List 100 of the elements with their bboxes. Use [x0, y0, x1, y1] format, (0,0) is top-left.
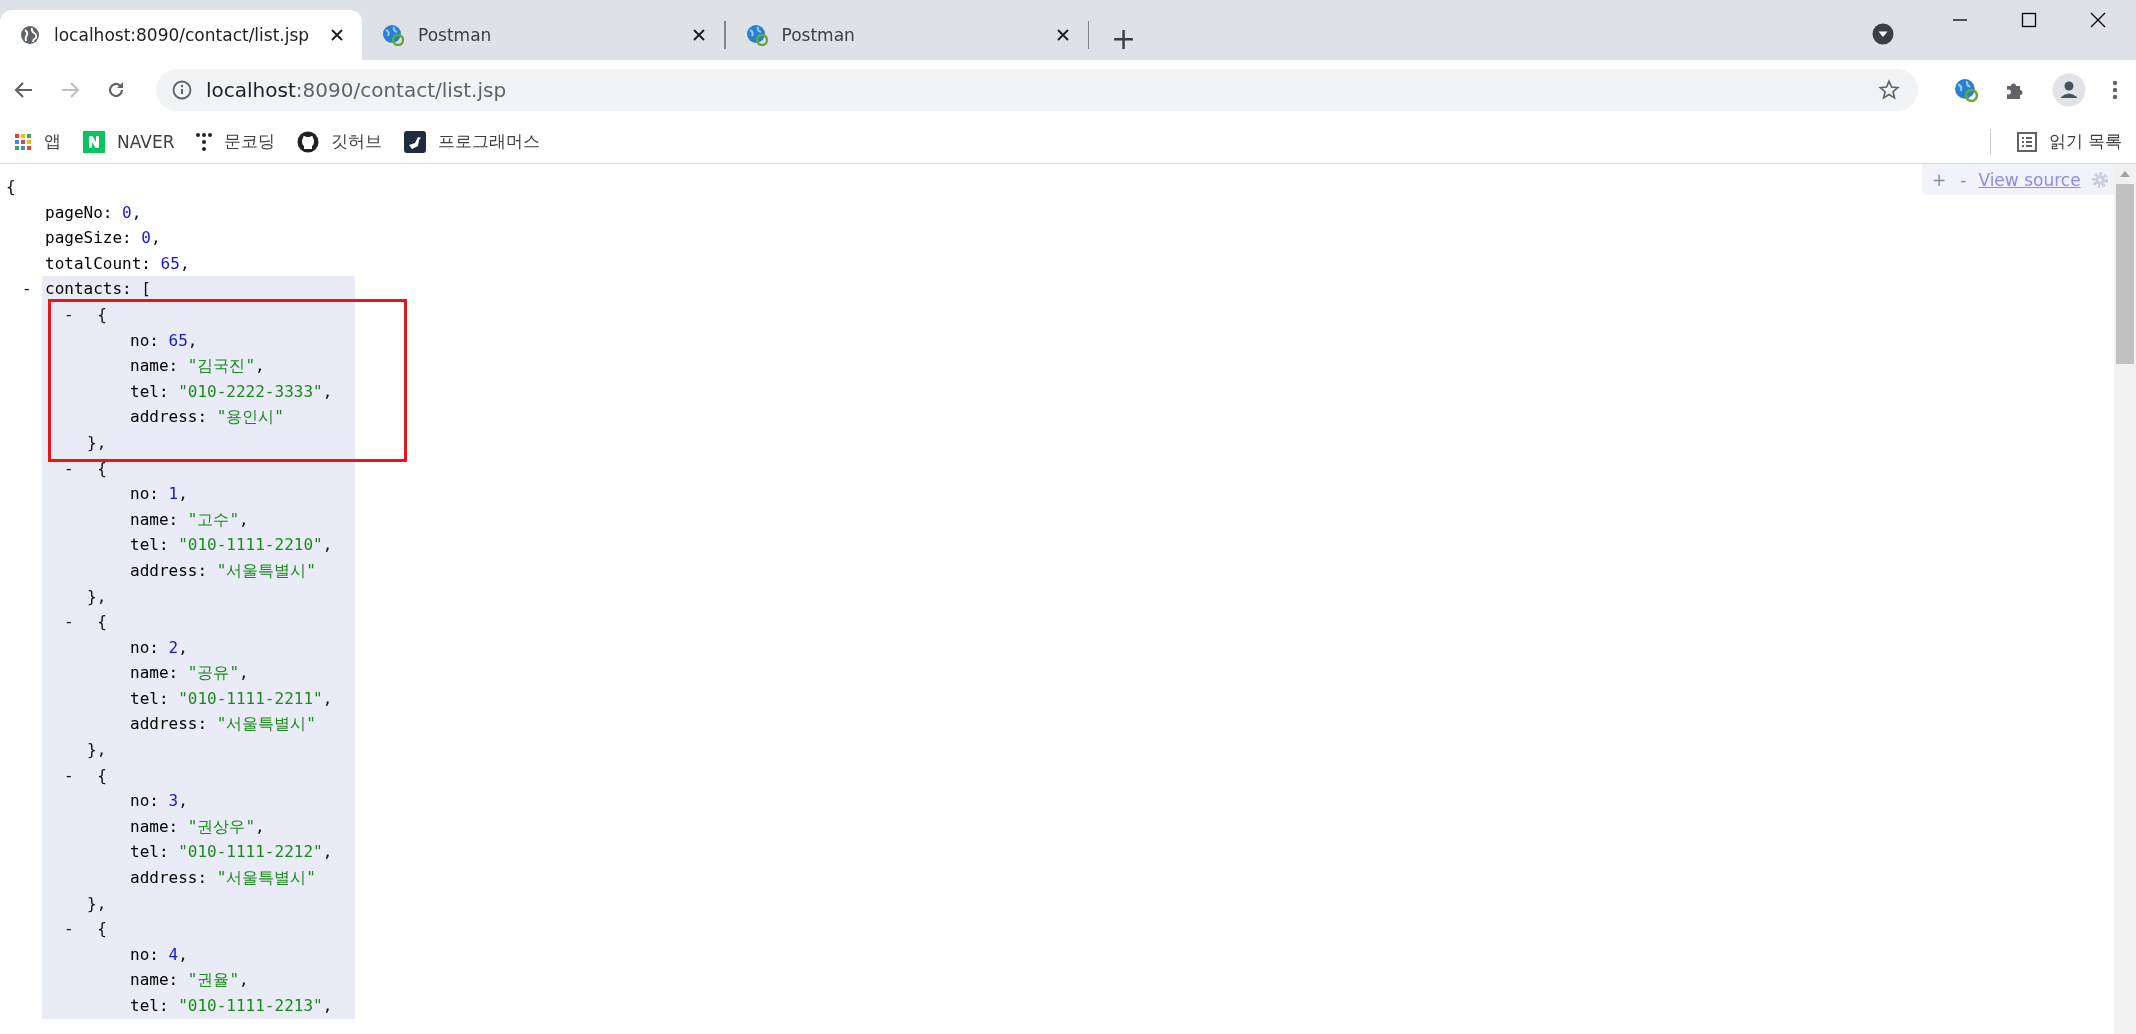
- json-value: "권율": [187, 970, 240, 990]
- json-comma: ,: [255, 816, 265, 836]
- json-value: "공유": [187, 663, 240, 683]
- json-value: 3: [168, 791, 179, 811]
- collapse-toggle[interactable]: -: [64, 765, 74, 785]
- json-comma: ,: [239, 509, 249, 529]
- close-icon[interactable]: [330, 28, 344, 42]
- dropdown-icon[interactable]: [1872, 23, 1894, 45]
- bookmark-item[interactable]: 프로그래머스: [404, 130, 541, 153]
- globe-icon: [20, 25, 40, 45]
- json-comma: ,: [178, 791, 188, 811]
- cat-logo-icon: [297, 130, 320, 153]
- bookmark-item[interactable]: 문코딩: [196, 130, 276, 153]
- globe-icon: [745, 24, 768, 46]
- json-comma: ,: [178, 637, 188, 657]
- collapse-toggle[interactable]: -: [64, 304, 74, 324]
- json-value: "010-2222-3333": [178, 381, 323, 401]
- globe-icon[interactable]: [1954, 78, 1978, 102]
- json-comma: ,: [322, 381, 333, 401]
- json-comma: ,: [187, 330, 198, 350]
- json-comma: ,: [322, 688, 333, 708]
- json-comma: ,: [322, 535, 333, 555]
- browser-tab[interactable]: Postman: [725, 10, 1088, 60]
- close-icon[interactable]: [692, 28, 706, 42]
- json-comma: ,: [239, 970, 249, 990]
- tab-title: Postman: [781, 25, 856, 45]
- json-key: tel:: [130, 996, 169, 1015]
- collapse-toggle[interactable]: -: [0, 276, 42, 302]
- back-arrow-icon[interactable]: [14, 80, 34, 100]
- json-brace: {: [6, 177, 16, 196]
- more-menu-icon[interactable]: [2112, 80, 2118, 100]
- info-icon[interactable]: [172, 80, 192, 100]
- json-value: "고수": [187, 509, 240, 529]
- json-value: "서울특별시": [216, 560, 316, 580]
- json-comma: ,: [239, 663, 249, 683]
- address-bar[interactable]: localhost:8090/contact/list.jsp: [156, 69, 1918, 111]
- close-icon[interactable]: [1055, 28, 1070, 42]
- url-text: localhost:8090/contact/list.jsp: [206, 78, 507, 102]
- new-tab-button[interactable]: +: [1107, 24, 1141, 54]
- json-value: "010-1111-2210": [178, 535, 323, 555]
- bookmark-item[interactable]: NAVER: [83, 130, 175, 153]
- json-key: name:: [130, 663, 179, 683]
- close-icon[interactable]: [2090, 12, 2106, 28]
- json-value: 65: [168, 330, 188, 350]
- bookmark-item[interactable]: 깃허브: [297, 130, 383, 153]
- json-value: 0: [122, 202, 132, 222]
- json-key: name:: [130, 509, 179, 529]
- json-brace: {: [97, 765, 107, 785]
- collapse-toggle[interactable]: -: [64, 458, 74, 478]
- maximize-icon[interactable]: [2021, 12, 2037, 28]
- json-brace: {: [97, 458, 107, 478]
- json-key: address:: [130, 407, 208, 427]
- json-key: tel:: [130, 381, 169, 401]
- scrollbar[interactable]: [2114, 164, 2136, 1034]
- reload-icon[interactable]: [106, 80, 126, 100]
- json-brace: },: [87, 586, 107, 606]
- json-key: address:: [130, 560, 208, 580]
- json-comma: ,: [178, 484, 188, 504]
- json-value: 2: [168, 637, 179, 657]
- json-key: no:: [130, 637, 159, 657]
- globe-icon: [382, 24, 404, 46]
- json-key: pageNo:: [45, 202, 113, 222]
- json-key: name:: [130, 816, 179, 836]
- n-logo-icon: [83, 130, 105, 153]
- collapse-toggle[interactable]: -: [64, 612, 74, 632]
- json-comma: ,: [255, 356, 265, 376]
- json-brace: {: [97, 612, 107, 632]
- json-comma: ,: [131, 202, 142, 222]
- json-key: pageSize:: [45, 228, 132, 248]
- tab-title: localhost:8090/contact/list.jsp: [54, 25, 311, 45]
- json-comma: ,: [322, 996, 333, 1015]
- json-key: tel:: [130, 688, 169, 708]
- json-value: "김국진": [187, 356, 256, 376]
- json-brace: },: [87, 432, 107, 452]
- profile-avatar-icon[interactable]: [2052, 73, 2086, 107]
- json-brace: {: [97, 304, 107, 324]
- json-value: "서울특별시": [216, 714, 316, 734]
- json-key: no:: [130, 484, 159, 504]
- reading-list-button[interactable]: 읽기 목록: [2016, 130, 2122, 153]
- json-key: no:: [130, 944, 159, 964]
- json-comma: ,: [151, 228, 161, 248]
- scroll-thumb[interactable]: [2116, 184, 2134, 364]
- dots-icon: [196, 131, 213, 152]
- bookmark-item[interactable]: 앱: [14, 130, 61, 153]
- json-key: address:: [130, 868, 208, 888]
- json-value: "010-1111-2213": [178, 996, 323, 1015]
- json-key: tel:: [130, 842, 169, 862]
- collapse-toggle[interactable]: -: [64, 919, 74, 939]
- json-brace: {: [97, 919, 107, 939]
- json-key: address:: [130, 714, 208, 734]
- json-value: 4: [168, 944, 179, 964]
- list-icon: [2016, 131, 2037, 152]
- json-key: no:: [130, 791, 159, 811]
- json-comma: ,: [322, 842, 333, 862]
- browser-tab[interactable]: Postman: [362, 10, 724, 60]
- json-value: 1: [168, 484, 179, 504]
- star-icon[interactable]: [1878, 79, 1900, 101]
- json-key: name:: [130, 970, 179, 990]
- browser-tab[interactable]: localhost:8090/contact/list.jsp: [0, 10, 362, 60]
- json-key: name:: [130, 356, 179, 376]
